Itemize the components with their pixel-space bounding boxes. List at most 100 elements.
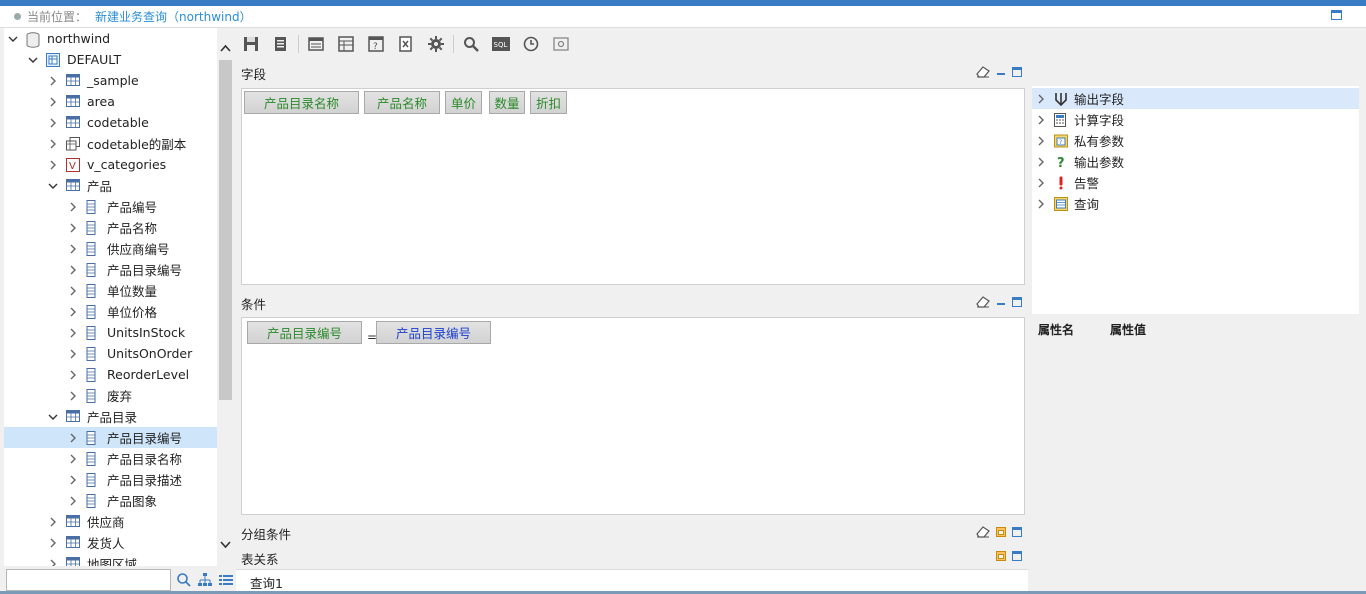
chevron-right-icon[interactable]	[48, 517, 58, 527]
eraser-icon[interactable]	[976, 296, 990, 308]
chevron-right-icon[interactable]	[48, 139, 58, 149]
tree-item[interactable]: 供应商	[4, 511, 217, 532]
chevron-right-icon[interactable]	[1036, 136, 1046, 146]
tree-item[interactable]: Vv_categories	[4, 154, 217, 175]
tree-item[interactable]: 单位价格	[4, 301, 217, 322]
tree-item[interactable]: codetable的副本	[4, 133, 217, 154]
chevron-right-icon[interactable]	[68, 496, 78, 506]
tree-item[interactable]: ReorderLevel	[4, 364, 217, 385]
restore-icon[interactable]	[996, 551, 1006, 561]
layout-icon[interactable]	[305, 33, 327, 55]
tree-item[interactable]: 产品名称	[4, 217, 217, 238]
chevron-right-icon[interactable]	[68, 265, 78, 275]
tree-item[interactable]: 产品图象	[4, 490, 217, 511]
save-icon[interactable]	[240, 33, 262, 55]
settings-icon[interactable]	[425, 33, 447, 55]
tree-item[interactable]: 产品编号	[4, 196, 217, 217]
chevron-right-icon[interactable]	[68, 328, 78, 338]
chevron-right-icon[interactable]	[68, 244, 78, 254]
condition-left-field[interactable]: 产品目录编号	[247, 321, 362, 344]
tree-structure-icon[interactable]	[197, 572, 213, 588]
tree-item[interactable]: UnitsInStock	[4, 322, 217, 343]
chevron-right-icon[interactable]	[68, 433, 78, 443]
scroll-down-icon[interactable]	[219, 538, 232, 551]
preview-icon[interactable]	[550, 33, 572, 55]
breadcrumb-current[interactable]: 新建业务查询（northwind）	[95, 8, 252, 25]
chevron-right-icon[interactable]	[48, 559, 58, 566]
field-chip[interactable]: 数量	[489, 91, 525, 114]
conditions-panel[interactable]: 产品目录编号 = 产品目录编号	[241, 317, 1025, 515]
restore-icon[interactable]	[996, 527, 1006, 537]
chevron-right-icon[interactable]	[1036, 94, 1046, 104]
fields-panel[interactable]: 产品目录名称 产品名称 单价 数量 折扣	[241, 88, 1025, 285]
field-chip[interactable]: 单价	[445, 91, 482, 114]
chevron-right-icon[interactable]	[48, 538, 58, 548]
resource-item[interactable]: 输出字段	[1032, 88, 1359, 109]
tab-query1[interactable]: 查询1	[250, 573, 283, 592]
tree-item[interactable]: 发货人	[4, 532, 217, 553]
chevron-right-icon[interactable]	[68, 475, 78, 485]
tree-search-input[interactable]	[6, 569, 171, 591]
tree-item[interactable]: northwind	[4, 28, 217, 49]
field-chip[interactable]: 产品名称	[364, 91, 440, 114]
eraser-icon[interactable]	[976, 526, 990, 538]
tree-item[interactable]: _sample	[4, 70, 217, 91]
chevron-right-icon[interactable]	[68, 349, 78, 359]
tree-item[interactable]: 地图区域	[4, 553, 217, 566]
chevron-right-icon[interactable]	[1036, 178, 1046, 188]
resource-item[interactable]: ? 输出参数	[1032, 151, 1359, 172]
search-icon[interactable]	[176, 572, 192, 588]
minimize-icon[interactable]	[996, 67, 1006, 77]
maximize-icon[interactable]	[1012, 551, 1022, 561]
tree-item[interactable]: 单位数量	[4, 280, 217, 301]
save-as-icon[interactable]	[270, 33, 292, 55]
minimize-icon[interactable]	[996, 297, 1006, 307]
chevron-right-icon[interactable]	[48, 97, 58, 107]
maximize-icon[interactable]	[1012, 527, 1022, 537]
eraser-icon[interactable]	[976, 66, 990, 78]
resource-item[interactable]: 查询	[1032, 193, 1359, 214]
clock-icon[interactable]	[520, 33, 542, 55]
chevron-right-icon[interactable]	[68, 454, 78, 464]
chevron-right-icon[interactable]	[1036, 157, 1046, 167]
tree-item[interactable]: 废弃	[4, 385, 217, 406]
chevron-right-icon[interactable]	[68, 223, 78, 233]
tree-item[interactable]: 产品目录编号	[4, 427, 217, 448]
scroll-up-icon[interactable]	[219, 42, 232, 55]
tree-scrollbar[interactable]	[217, 28, 234, 566]
chevron-right-icon[interactable]	[68, 307, 78, 317]
scrollbar-thumb[interactable]	[219, 60, 232, 400]
tree-item[interactable]: 产品	[4, 175, 217, 196]
tree-item[interactable]: DEFAULT	[4, 49, 217, 70]
chevron-right-icon[interactable]	[48, 76, 58, 86]
resource-item[interactable]: ? 私有参数	[1032, 130, 1359, 151]
chevron-right-icon[interactable]	[68, 202, 78, 212]
chevron-down-icon[interactable]	[8, 34, 18, 44]
chevron-right-icon[interactable]	[68, 391, 78, 401]
tree-item[interactable]: 产品目录描述	[4, 469, 217, 490]
chevron-down-icon[interactable]	[48, 181, 58, 191]
condition-right-field[interactable]: 产品目录编号	[376, 321, 491, 344]
sql-icon[interactable]: SQL	[490, 33, 512, 55]
table-layout-icon[interactable]	[335, 33, 357, 55]
tree-item[interactable]: area	[4, 91, 217, 112]
resource-item[interactable]: 告警	[1032, 172, 1359, 193]
maximize-icon[interactable]	[1012, 297, 1022, 307]
maximize-icon[interactable]	[1331, 10, 1342, 20]
chevron-right-icon[interactable]	[68, 286, 78, 296]
tree-item[interactable]: UnitsOnOrder	[4, 343, 217, 364]
chevron-down-icon[interactable]	[48, 412, 58, 422]
tree-item[interactable]: 供应商编号	[4, 238, 217, 259]
search-icon[interactable]	[460, 33, 482, 55]
tree-item[interactable]: 产品目录编号	[4, 259, 217, 280]
help-form-icon[interactable]: ?	[365, 33, 387, 55]
chevron-right-icon[interactable]	[1036, 199, 1046, 209]
maximize-icon[interactable]	[1012, 67, 1022, 77]
export-icon[interactable]	[395, 33, 417, 55]
tree-item[interactable]: 产品目录名称	[4, 448, 217, 469]
chevron-right-icon[interactable]	[48, 118, 58, 128]
list-view-icon[interactable]	[218, 572, 234, 588]
chevron-right-icon[interactable]	[48, 160, 58, 170]
tree-item[interactable]: codetable	[4, 112, 217, 133]
resource-item[interactable]: 计算字段	[1032, 109, 1359, 130]
